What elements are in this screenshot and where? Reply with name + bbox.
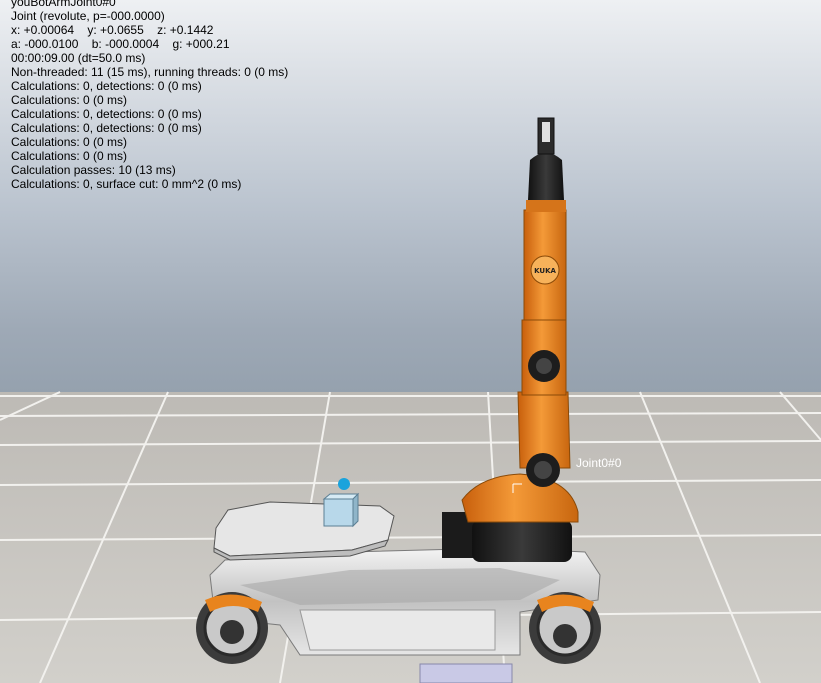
- overlay-calc-distance: Calculations: 0 (0 ms): [11, 93, 128, 107]
- overlay-sim-time: 00:00:09.00 (dt=50.0 ms): [11, 51, 146, 65]
- overlay-position: x: +0.00064 y: +0.0655 z: +0.1442: [11, 23, 214, 37]
- overlay-orientation: a: -000.0100 b: -000.0004 g: +000.21: [11, 37, 230, 51]
- kuka-logo: KUKA: [534, 267, 556, 275]
- simulation-info-overlay: youBotArmJoint0#0 Joint (revolute, p=-00…: [11, 0, 288, 191]
- wheel-rear-right: [529, 592, 601, 664]
- wheel-front-left: [196, 592, 268, 664]
- sphere-object[interactable]: [338, 478, 350, 490]
- overlay-calc-proximity: Calculations: 0, detections: 0 (0 ms): [11, 107, 202, 121]
- overlay-joint-type: Joint (revolute, p=-000.0000): [11, 9, 165, 23]
- overlay-threads: Non-threaded: 11 (15 ms), running thread…: [11, 65, 289, 79]
- overlay-calc-vision: Calculations: 0, detections: 0 (0 ms): [11, 121, 202, 135]
- overlay-calc-gcs: Calculations: 0 (0 ms): [11, 149, 128, 163]
- cube-object[interactable]: [322, 492, 360, 528]
- floor-marker: [419, 663, 513, 683]
- overlay-calc-collision: Calculations: 0, detections: 0 (0 ms): [11, 79, 202, 93]
- overlay-calc-ik: Calculations: 0 (0 ms): [11, 135, 128, 149]
- selected-joint-label: Joint0#0: [576, 456, 622, 470]
- overlay-calc-mill: Calculations: 0, surface cut: 0 mm^2 (0 …: [11, 177, 242, 191]
- 3d-viewport[interactable]: KUKA youBotArmJoint0#0 Joint (revolute, …: [0, 0, 821, 683]
- overlay-calc-passes: Calculation passes: 10 (13 ms): [11, 163, 176, 177]
- overlay-object-name: youBotArmJoint0#0: [11, 0, 116, 9]
